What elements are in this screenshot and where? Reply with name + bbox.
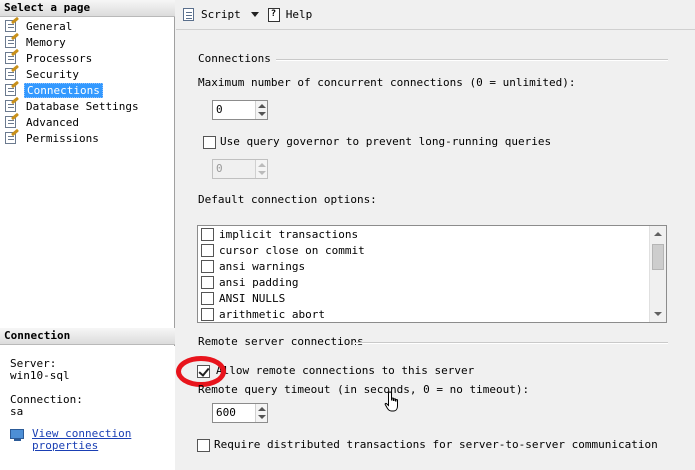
help-label: Help [285, 8, 313, 21]
list-item[interactable]: ANSI NULLS [201, 290, 285, 306]
help-icon: ? [267, 7, 283, 23]
list-item[interactable]: cursor close on commit [201, 242, 365, 258]
page-label: Permissions [26, 131, 99, 145]
spinner-arrows-icon[interactable] [255, 404, 267, 422]
script-dropdown-arrow-icon[interactable] [250, 12, 259, 17]
max-connections-value: 0 [216, 103, 223, 116]
wrench-page-icon [4, 96, 20, 113]
page-item-database-settings[interactable]: Database Settings [4, 96, 141, 114]
monitor-icon [10, 428, 26, 442]
option-checkbox[interactable] [201, 259, 214, 273]
server-value: win10-sql [10, 369, 70, 382]
page-label: Security [26, 67, 79, 81]
wrench-page-icon [4, 16, 20, 33]
page-item-processors[interactable]: Processors [4, 48, 141, 66]
page-label: General [26, 19, 73, 33]
remote-timeout-value: 600 [216, 406, 236, 419]
option-label: ansi warnings [219, 259, 306, 273]
list-item[interactable]: arithmetic abort [201, 306, 325, 322]
page-item-general[interactable]: General [4, 16, 141, 34]
query-governor-checkbox[interactable] [203, 136, 216, 149]
page-label: Advanced [26, 115, 79, 129]
toolbar: Script ? Help [176, 0, 695, 30]
option-label: ANSI NULLS [219, 291, 286, 305]
wrench-page-icon [4, 80, 20, 97]
left-panel: Select a page General Memory Processors … [0, 0, 175, 470]
scroll-thumb[interactable] [652, 244, 664, 270]
remote-divider [354, 342, 668, 343]
wrench-page-icon [4, 112, 20, 129]
scroll-up-icon[interactable] [654, 232, 662, 236]
connection-value: sa [10, 405, 24, 418]
distributed-transactions-label: Require distributed transactions for ser… [214, 438, 658, 451]
script-icon [182, 7, 198, 23]
option-checkbox[interactable] [201, 275, 214, 289]
page-item-advanced[interactable]: Advanced [4, 112, 141, 130]
page-list: General Memory Processors Security Conne… [4, 16, 141, 146]
allow-remote-label: Allow remote connections to this server [216, 364, 475, 377]
max-connections-spinner[interactable]: 0 [212, 100, 268, 120]
query-governor-value: 0 [216, 162, 223, 175]
remote-timeout-label: Remote query timeout (in seconds, 0 = no… [198, 383, 530, 396]
remote-timeout-spinner[interactable]: 600 [212, 403, 268, 423]
option-label: cursor close on commit [219, 243, 365, 257]
wrench-page-icon [4, 48, 20, 65]
list-item[interactable]: ansi warnings [201, 258, 305, 274]
spinner-arrows-icon[interactable] [255, 101, 267, 119]
wrench-page-icon [4, 32, 20, 49]
select-page-header: Select a page [0, 0, 175, 17]
wrench-page-icon [4, 128, 20, 145]
list-item[interactable]: implicit transactions [201, 226, 358, 242]
query-governor-label: Use query governor to prevent long-runni… [220, 135, 552, 148]
page-label: Database Settings [26, 99, 139, 113]
option-checkbox[interactable] [201, 307, 214, 321]
list-item[interactable]: ansi padding [201, 274, 298, 290]
connections-divider [276, 59, 668, 60]
option-label: implicit transactions [219, 227, 359, 241]
page-item-permissions[interactable]: Permissions [4, 128, 141, 146]
wrench-page-icon [4, 64, 20, 81]
page-item-connections[interactable]: Connections [4, 80, 141, 98]
options-scrollbar[interactable] [649, 226, 666, 322]
scroll-down-icon[interactable] [654, 312, 662, 316]
max-connections-label: Maximum number of concurrent connections… [198, 76, 576, 89]
default-options-label: Default connection options: [198, 193, 377, 206]
query-governor-spinner[interactable]: 0 [212, 159, 268, 179]
option-label: ansi padding [219, 275, 299, 289]
connections-page: Connections Maximum number of concurrent… [176, 31, 695, 470]
page-label: Connections [24, 82, 103, 98]
distributed-transactions-checkbox[interactable] [197, 439, 210, 452]
page-item-security[interactable]: Security [4, 64, 141, 82]
help-button[interactable]: ? Help [267, 5, 313, 25]
connections-section-title: Connections [198, 52, 271, 65]
option-checkbox[interactable] [201, 227, 214, 241]
remote-section-title: Remote server connections [198, 335, 364, 348]
view-connection-properties-link[interactable]: View connection properties [32, 428, 142, 452]
view-connection-properties[interactable]: View connection properties [10, 428, 142, 452]
allow-remote-checkbox[interactable] [197, 365, 210, 378]
default-connection-options-list[interactable]: implicit transactions cursor close on co… [197, 225, 667, 323]
page-label: Memory [26, 35, 66, 49]
option-label: arithmetic abort [219, 307, 325, 321]
option-checkbox[interactable] [201, 291, 214, 305]
connection-header: Connection [0, 328, 175, 345]
spinner-arrows-icon[interactable] [255, 160, 267, 178]
hand-cursor-icon [384, 391, 398, 412]
script-button[interactable]: Script [182, 5, 241, 25]
script-label: Script [201, 8, 241, 21]
page-label: Processors [26, 51, 93, 65]
option-checkbox[interactable] [201, 243, 214, 257]
page-item-memory[interactable]: Memory [4, 32, 141, 50]
